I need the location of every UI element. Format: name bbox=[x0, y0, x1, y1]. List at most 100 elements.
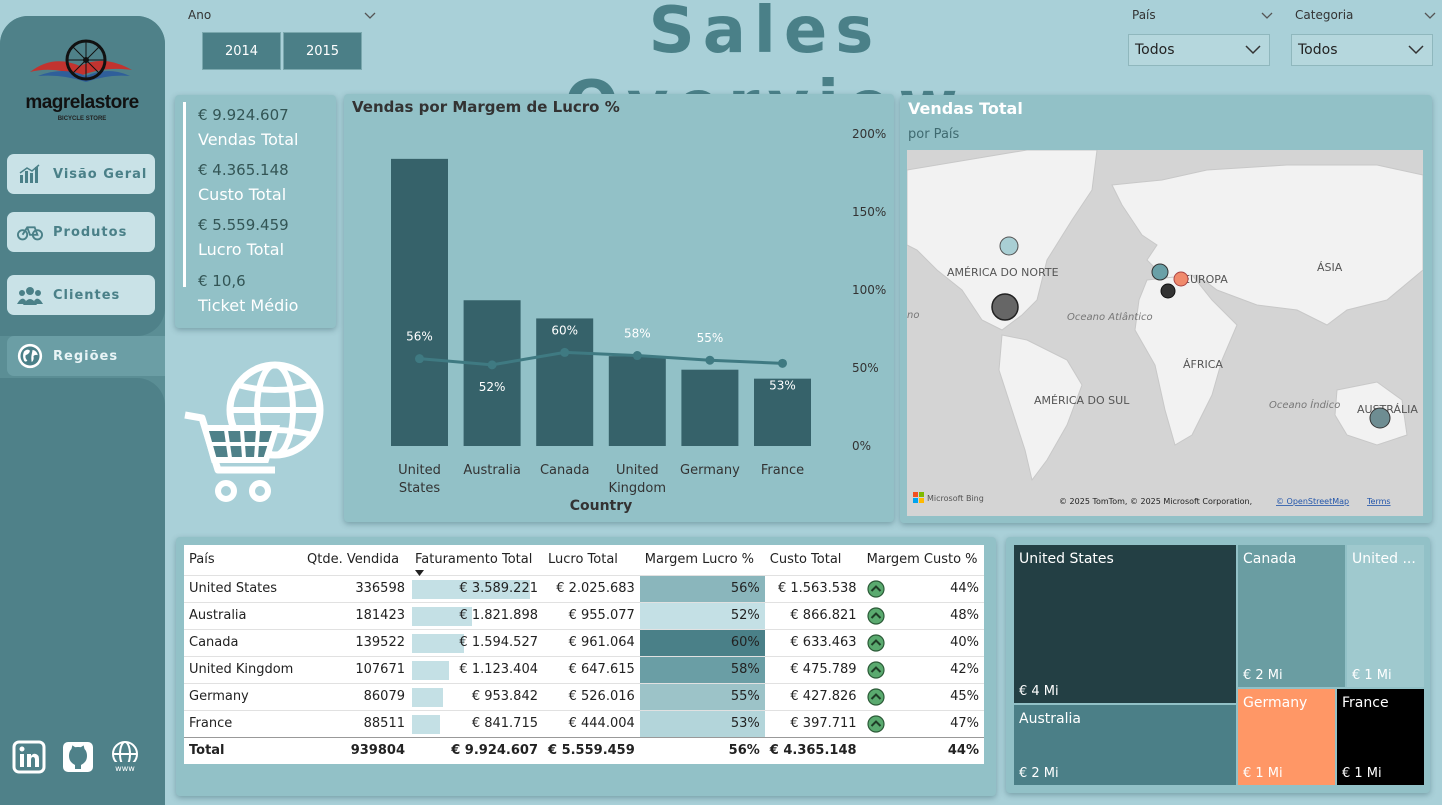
cell-lucro: € 961.064 bbox=[543, 628, 640, 656]
cell-margem-custo-text: 44% bbox=[950, 581, 979, 596]
bar[interactable] bbox=[463, 300, 521, 446]
map-label-pacific: no bbox=[907, 310, 919, 321]
categoria-dropdown[interactable]: Todos bbox=[1291, 34, 1433, 66]
line-point[interactable] bbox=[487, 360, 497, 370]
bubble-australia[interactable] bbox=[1369, 407, 1391, 429]
pais-slicer[interactable]: País Todos bbox=[1128, 8, 1273, 68]
data-label: 56% bbox=[406, 330, 433, 344]
bubble-united-states[interactable] bbox=[991, 293, 1019, 321]
line-point[interactable] bbox=[415, 354, 424, 364]
brand-tagline: BICYCLE STORE bbox=[57, 116, 107, 122]
table-row[interactable]: Germany 86079 € 953.842 € 526.016 55% € 427.8… bbox=[184, 682, 984, 710]
cell-qtde: 336598 bbox=[302, 574, 410, 602]
treemap-cell-value: € 2 Mi bbox=[1019, 766, 1059, 781]
cell-custo: € 1.563.538 bbox=[764, 574, 862, 602]
x-tick-label: Canada bbox=[540, 463, 589, 478]
treemap-cell-name: France bbox=[1342, 695, 1389, 711]
website-globe-icon[interactable]: www bbox=[108, 740, 142, 774]
treemap: United States € 4 Mi Canada € 2 Mi United ..… bbox=[1014, 545, 1424, 785]
nav-visao-geral-button[interactable]: Visão Geral bbox=[7, 154, 155, 194]
bar[interactable] bbox=[536, 318, 594, 446]
nav-produtos-button[interactable]: Produtos bbox=[7, 212, 155, 252]
cell-lucro: € 955.077 bbox=[543, 601, 640, 629]
bar[interactable] bbox=[681, 369, 739, 446]
cell-custo: € 475.789 bbox=[764, 655, 862, 683]
cell-margem-lucro: 55% bbox=[639, 682, 765, 710]
header-lucro[interactable]: Lucro Total bbox=[543, 545, 640, 575]
bubble-germany[interactable] bbox=[1173, 271, 1189, 287]
table-row[interactable]: United Kingdom 107671 € 1.123.404 € 647.615… bbox=[184, 655, 984, 683]
chevron-down-icon[interactable] bbox=[1424, 12, 1436, 20]
sidebar: magrelastore BICYCLE STORE Visão Geral P… bbox=[0, 16, 165, 805]
bar[interactable] bbox=[391, 158, 448, 447]
table-row[interactable]: United States 336598 € 3.589.221 € 2.025.68… bbox=[184, 574, 984, 602]
cell-margem-custo: 45% bbox=[861, 682, 984, 710]
chevron-down-icon[interactable] bbox=[1261, 12, 1273, 20]
treemap-cell[interactable]: Germany € 1 Mi bbox=[1238, 689, 1335, 785]
vendas-total-label: Vendas Total bbox=[198, 130, 299, 149]
treemap-cell[interactable]: Canada € 2 Mi bbox=[1238, 545, 1345, 687]
cell-faturamento-text: € 841.715 bbox=[471, 716, 538, 731]
arrow-up-circle-icon bbox=[866, 687, 885, 706]
bicycle-icon bbox=[17, 221, 43, 243]
cell-margem-custo: 44% bbox=[861, 574, 984, 602]
header-qtde[interactable]: Qtde. Vendida bbox=[302, 545, 410, 575]
bar[interactable] bbox=[608, 356, 666, 446]
header-margem-custo[interactable]: Margem Custo % bbox=[862, 545, 984, 575]
header-margem-lucro[interactable]: Margem Lucro % bbox=[640, 545, 765, 575]
total-faturamento: € 9.924.607 bbox=[410, 736, 543, 764]
total-label: Total bbox=[184, 736, 302, 764]
kpi-accent-bar bbox=[183, 102, 186, 287]
total-margem-custo: 44% bbox=[861, 736, 984, 764]
cell-qtde: 88511 bbox=[302, 709, 410, 737]
linkedin-icon[interactable] bbox=[12, 740, 46, 774]
line-point[interactable] bbox=[632, 351, 642, 361]
nav-clientes-button[interactable]: Clientes bbox=[7, 275, 155, 315]
nav-regioes-label: Regiões bbox=[53, 348, 119, 364]
treemap-cell[interactable]: Australia € 2 Mi bbox=[1014, 705, 1236, 785]
cell-lucro: € 647.615 bbox=[543, 655, 640, 683]
pais-dropdown[interactable]: Todos bbox=[1128, 34, 1270, 66]
cell-faturamento-text: € 1.821.898 bbox=[459, 608, 538, 623]
pais-slicer-title: País bbox=[1132, 8, 1156, 22]
world-map[interactable]: AMÉRICA DO NORTE AMÉRICA DO SUL EUROPA Á… bbox=[907, 150, 1423, 516]
bubble-france[interactable] bbox=[1160, 283, 1176, 299]
treemap-cell[interactable]: France € 1 Mi bbox=[1337, 689, 1424, 785]
terms-link[interactable]: Terms bbox=[1366, 497, 1391, 506]
faturamento-databar bbox=[412, 714, 440, 734]
treemap-cell[interactable]: United States € 4 Mi bbox=[1014, 545, 1236, 703]
treemap-cell-value: € 2 Mi bbox=[1243, 668, 1283, 683]
year-2015-button[interactable]: 2015 bbox=[283, 32, 362, 70]
chart-icon bbox=[17, 163, 43, 185]
cell-pais: Germany bbox=[184, 682, 302, 710]
lucro-total-value: € 5.559.459 bbox=[198, 216, 289, 234]
data-label: 58% bbox=[624, 327, 651, 341]
table-row[interactable]: France 88511 € 841.715 € 444.004 53% € 397.71… bbox=[184, 709, 984, 737]
osm-link[interactable]: © OpenStreetMap bbox=[1276, 497, 1349, 506]
bubble-canada[interactable] bbox=[999, 236, 1019, 256]
github-icon[interactable] bbox=[61, 740, 95, 774]
categoria-slicer[interactable]: Categoria Todos bbox=[1291, 8, 1436, 68]
header-pais[interactable]: País bbox=[184, 545, 302, 575]
ano-slicer[interactable]: Ano 2014 2015 bbox=[184, 8, 380, 72]
chevron-down-icon[interactable] bbox=[364, 12, 376, 20]
line-point[interactable] bbox=[778, 358, 787, 368]
header-custo[interactable]: Custo Total bbox=[765, 545, 862, 575]
map-label-north-america: AMÉRICA DO NORTE bbox=[947, 266, 1059, 279]
ano-slicer-title: Ano bbox=[188, 8, 212, 22]
custo-total-value: € 4.365.148 bbox=[198, 161, 289, 179]
cell-margem-custo: 42% bbox=[861, 655, 984, 683]
header-faturamento[interactable]: Faturamento Total bbox=[410, 545, 543, 576]
year-2014-button[interactable]: 2014 bbox=[202, 32, 281, 70]
treemap-cell[interactable]: United ... € 1 Mi bbox=[1347, 545, 1424, 687]
cell-qtde: 139522 bbox=[302, 628, 410, 656]
chevron-down-icon bbox=[1245, 45, 1261, 55]
globe-icon bbox=[17, 343, 43, 369]
shopping-cart-globe-icon bbox=[184, 361, 324, 502]
line-point[interactable] bbox=[560, 347, 570, 357]
table-row[interactable]: Canada 139522 € 1.594.527 € 961.064 60% € 633… bbox=[184, 628, 984, 656]
line-point[interactable] bbox=[705, 355, 715, 365]
table-row[interactable]: Australia 181423 € 1.821.898 € 955.077 52% € … bbox=[184, 601, 984, 629]
nav-regioes-button[interactable]: Regiões bbox=[7, 336, 165, 376]
bubble-united-kingdom[interactable] bbox=[1151, 263, 1169, 281]
